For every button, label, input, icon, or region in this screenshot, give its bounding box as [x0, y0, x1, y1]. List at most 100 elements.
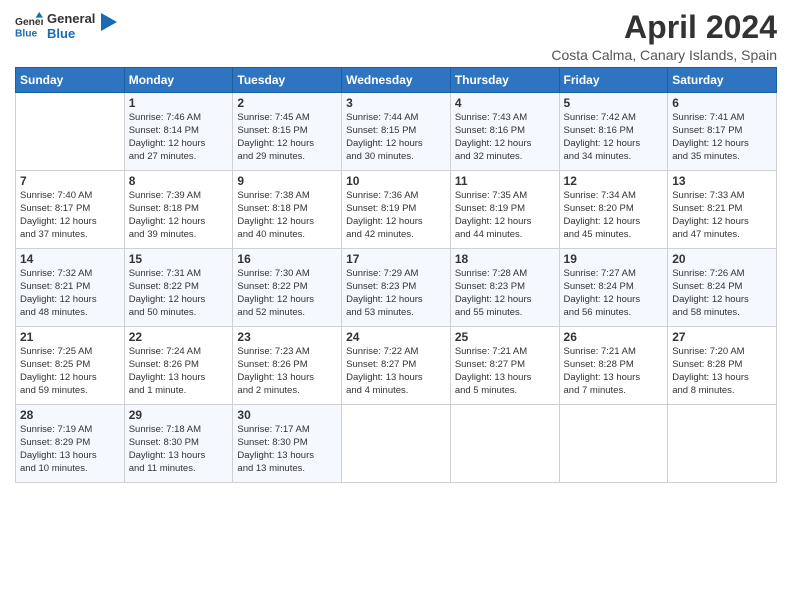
- svg-text:General: General: [15, 17, 43, 28]
- day-info: Sunrise: 7:22 AM Sunset: 8:27 PM Dayligh…: [346, 346, 446, 397]
- day-info: Sunrise: 7:35 AM Sunset: 8:19 PM Dayligh…: [455, 190, 555, 241]
- col-tuesday: Tuesday: [233, 68, 342, 93]
- day-number: 20: [672, 252, 772, 266]
- day-number: 11: [455, 174, 555, 188]
- day-info: Sunrise: 7:39 AM Sunset: 8:18 PM Dayligh…: [129, 190, 229, 241]
- day-number: 19: [564, 252, 664, 266]
- day-info: Sunrise: 7:45 AM Sunset: 8:15 PM Dayligh…: [237, 112, 337, 163]
- day-number: 10: [346, 174, 446, 188]
- logo-blue-text: Blue: [47, 27, 95, 42]
- logo-general-text: General: [47, 12, 95, 27]
- title-block: April 2024 Costa Calma, Canary Islands, …: [551, 10, 777, 63]
- header: General Blue General Blue April 2024 Cos…: [15, 10, 777, 63]
- col-saturday: Saturday: [668, 68, 777, 93]
- day-number: 25: [455, 330, 555, 344]
- day-info: Sunrise: 7:36 AM Sunset: 8:19 PM Dayligh…: [346, 190, 446, 241]
- col-friday: Friday: [559, 68, 668, 93]
- calendar-cell: 17 Sunrise: 7:29 AM Sunset: 8:23 PM Dayli…: [342, 249, 451, 327]
- calendar-cell: 27 Sunrise: 7:20 AM Sunset: 8:28 PM Dayli…: [668, 327, 777, 405]
- day-number: 24: [346, 330, 446, 344]
- calendar-cell: 18Sunrise: 7:28 AM Sunset: 8:23 PM Dayli…: [450, 249, 559, 327]
- svg-text:Blue: Blue: [15, 28, 38, 39]
- calendar-cell: 24 Sunrise: 7:22 AM Sunset: 8:27 PM Dayli…: [342, 327, 451, 405]
- day-info: Sunrise: 7:40 AM Sunset: 8:17 PM Dayligh…: [20, 190, 120, 241]
- day-number: 14: [20, 252, 120, 266]
- calendar-cell: 9 Sunrise: 7:38 AM Sunset: 8:18 PM Daylig…: [233, 171, 342, 249]
- day-number: 18: [455, 252, 555, 266]
- calendar-cell: 20Sunrise: 7:26 AM Sunset: 8:24 PM Dayli…: [668, 249, 777, 327]
- calendar-cell: 4 Sunrise: 7:43 AM Sunset: 8:16 PM Daylig…: [450, 93, 559, 171]
- day-info: Sunrise: 7:33 AM Sunset: 8:21 PM Dayligh…: [672, 190, 772, 241]
- calendar-table: Sunday Monday Tuesday Wednesday Thursday…: [15, 67, 777, 483]
- day-info: Sunrise: 7:18 AM Sunset: 8:30 PM Dayligh…: [129, 424, 229, 475]
- day-number: 8: [129, 174, 229, 188]
- calendar-header-row: Sunday Monday Tuesday Wednesday Thursday…: [16, 68, 777, 93]
- calendar-cell: 10 Sunrise: 7:36 AM Sunset: 8:19 PM Dayli…: [342, 171, 451, 249]
- calendar-cell: 8 Sunrise: 7:39 AM Sunset: 8:18 PM Daylig…: [124, 171, 233, 249]
- calendar-cell: 1 Sunrise: 7:46 AM Sunset: 8:14 PM Daylig…: [124, 93, 233, 171]
- logo: General Blue General Blue: [15, 10, 117, 42]
- arrow-icon: [101, 13, 117, 31]
- calendar-cell: 2 Sunrise: 7:45 AM Sunset: 8:15 PM Daylig…: [233, 93, 342, 171]
- day-info: Sunrise: 7:41 AM Sunset: 8:17 PM Dayligh…: [672, 112, 772, 163]
- calendar-cell: 28 Sunrise: 7:19 AM Sunset: 8:29 PM Dayli…: [16, 405, 125, 483]
- day-info: Sunrise: 7:20 AM Sunset: 8:28 PM Dayligh…: [672, 346, 772, 397]
- day-info: Sunrise: 7:38 AM Sunset: 8:18 PM Dayligh…: [237, 190, 337, 241]
- day-info: Sunrise: 7:29 AM Sunset: 8:23 PM Dayligh…: [346, 268, 446, 319]
- day-number: 2: [237, 96, 337, 110]
- day-number: 6: [672, 96, 772, 110]
- location-subtitle: Costa Calma, Canary Islands, Spain: [551, 47, 777, 63]
- day-info: Sunrise: 7:24 AM Sunset: 8:26 PM Dayligh…: [129, 346, 229, 397]
- day-number: 13: [672, 174, 772, 188]
- day-info: Sunrise: 7:44 AM Sunset: 8:15 PM Dayligh…: [346, 112, 446, 163]
- main-container: General Blue General Blue April 2024 Cos…: [0, 0, 792, 493]
- calendar-cell: 30 Sunrise: 7:17 AM Sunset: 8:30 PM Dayli…: [233, 405, 342, 483]
- calendar-cell: 16Sunrise: 7:30 AM Sunset: 8:22 PM Dayli…: [233, 249, 342, 327]
- day-number: 9: [237, 174, 337, 188]
- day-info: Sunrise: 7:46 AM Sunset: 8:14 PM Dayligh…: [129, 112, 229, 163]
- calendar-cell: 11 Sunrise: 7:35 AM Sunset: 8:19 PM Dayli…: [450, 171, 559, 249]
- day-info: Sunrise: 7:34 AM Sunset: 8:20 PM Dayligh…: [564, 190, 664, 241]
- day-number: 1: [129, 96, 229, 110]
- calendar-cell: 23Sunrise: 7:23 AM Sunset: 8:26 PM Dayli…: [233, 327, 342, 405]
- month-year-title: April 2024: [551, 10, 777, 45]
- calendar-cell: 5Sunrise: 7:42 AM Sunset: 8:16 PM Daylig…: [559, 93, 668, 171]
- day-number: 7: [20, 174, 120, 188]
- day-info: Sunrise: 7:17 AM Sunset: 8:30 PM Dayligh…: [237, 424, 337, 475]
- day-info: Sunrise: 7:27 AM Sunset: 8:24 PM Dayligh…: [564, 268, 664, 319]
- calendar-cell: 15Sunrise: 7:31 AM Sunset: 8:22 PM Dayli…: [124, 249, 233, 327]
- day-number: 3: [346, 96, 446, 110]
- col-monday: Monday: [124, 68, 233, 93]
- calendar-cell: [559, 405, 668, 483]
- day-info: Sunrise: 7:21 AM Sunset: 8:28 PM Dayligh…: [564, 346, 664, 397]
- day-number: 30: [237, 408, 337, 422]
- day-info: Sunrise: 7:42 AM Sunset: 8:16 PM Dayligh…: [564, 112, 664, 163]
- day-number: 15: [129, 252, 229, 266]
- day-info: Sunrise: 7:25 AM Sunset: 8:25 PM Dayligh…: [20, 346, 120, 397]
- calendar-cell: 29Sunrise: 7:18 AM Sunset: 8:30 PM Dayli…: [124, 405, 233, 483]
- day-info: Sunrise: 7:19 AM Sunset: 8:29 PM Dayligh…: [20, 424, 120, 475]
- calendar-body: 1 Sunrise: 7:46 AM Sunset: 8:14 PM Daylig…: [16, 93, 777, 483]
- calendar-week-row-4: 28 Sunrise: 7:19 AM Sunset: 8:29 PM Dayli…: [16, 405, 777, 483]
- calendar-week-row-2: 14 Sunrise: 7:32 AM Sunset: 8:21 PM Dayli…: [16, 249, 777, 327]
- calendar-cell: 13 Sunrise: 7:33 AM Sunset: 8:21 PM Dayli…: [668, 171, 777, 249]
- day-number: 28: [20, 408, 120, 422]
- day-info: Sunrise: 7:21 AM Sunset: 8:27 PM Dayligh…: [455, 346, 555, 397]
- calendar-cell: 7 Sunrise: 7:40 AM Sunset: 8:17 PM Daylig…: [16, 171, 125, 249]
- day-number: 17: [346, 252, 446, 266]
- calendar-cell: 19 Sunrise: 7:27 AM Sunset: 8:24 PM Dayli…: [559, 249, 668, 327]
- day-info: Sunrise: 7:43 AM Sunset: 8:16 PM Dayligh…: [455, 112, 555, 163]
- day-number: 21: [20, 330, 120, 344]
- calendar-cell: [450, 405, 559, 483]
- day-number: 26: [564, 330, 664, 344]
- day-info: Sunrise: 7:32 AM Sunset: 8:21 PM Dayligh…: [20, 268, 120, 319]
- calendar-cell: 12Sunrise: 7:34 AM Sunset: 8:20 PM Dayli…: [559, 171, 668, 249]
- day-number: 16: [237, 252, 337, 266]
- logo-icon: General Blue: [15, 12, 43, 40]
- day-number: 4: [455, 96, 555, 110]
- day-number: 23: [237, 330, 337, 344]
- calendar-cell: 3 Sunrise: 7:44 AM Sunset: 8:15 PM Daylig…: [342, 93, 451, 171]
- day-number: 27: [672, 330, 772, 344]
- calendar-cell: [342, 405, 451, 483]
- col-wednesday: Wednesday: [342, 68, 451, 93]
